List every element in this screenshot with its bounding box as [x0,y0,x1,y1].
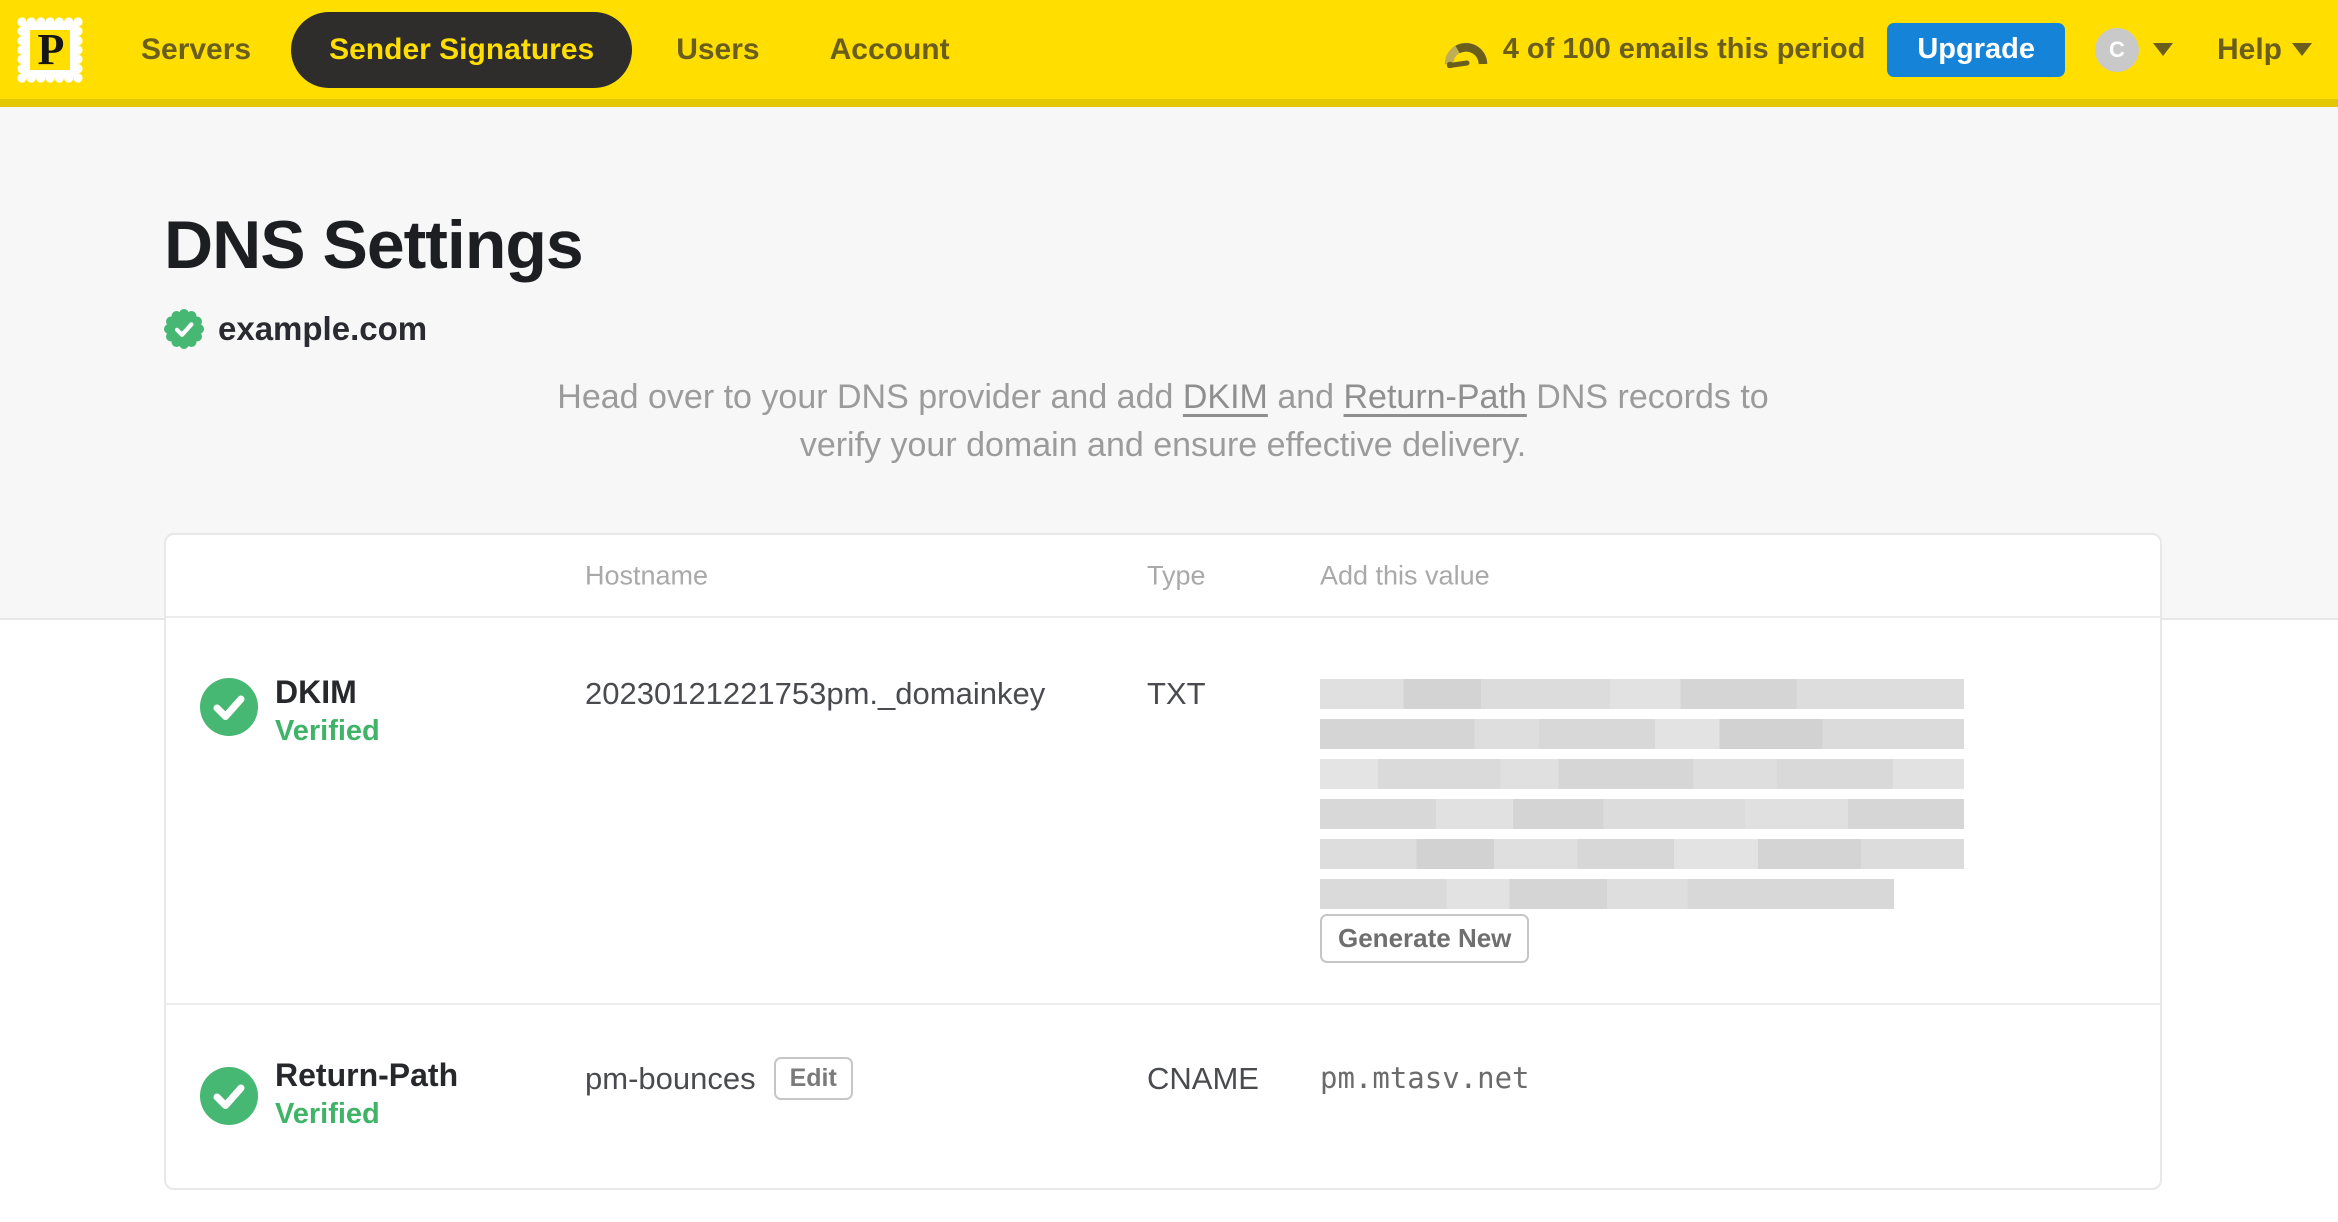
description-text: DNS records to [1526,378,1769,416]
column-header-add-this-value: Add this value [1320,560,1490,590]
redacted-dns-value [1320,679,1964,919]
help-menu[interactable]: Help [2217,33,2312,67]
usage-counter: 4 of 100 emails this period [1502,33,1866,65]
status-badge: Verified [275,715,380,747]
hostname-value: pm-bounces [585,1060,756,1096]
generate-new-button[interactable]: Generate New [1320,914,1530,963]
account-menu-caret-icon[interactable] [2152,43,2173,56]
redacted-bar [1320,759,1964,789]
verified-seal-icon [164,309,204,349]
edit-button[interactable]: Edit [773,1057,853,1100]
table-row-dkim: DKIM Verified 20230121221753pm._domainke… [166,618,2160,1003]
dns-settings-page: DNS Settings example.com Head over to yo… [0,107,2338,1190]
column-header-type: Type [1147,560,1206,590]
hostname-cell: pm-bounces Edit [585,1057,853,1100]
dns-value: pm.mtasv.net [1320,1061,1530,1095]
redacted-bar [1320,679,1964,709]
page-description: Head over to your DNS provider and add D… [164,373,2162,469]
verified-check-icon [200,1067,258,1125]
help-caret-icon [2292,43,2312,56]
record-label: Return-Path Verified [275,1057,458,1131]
column-header-hostname: Hostname [585,560,709,590]
avatar[interactable]: C [2094,27,2139,72]
usage-gauge-icon [1444,42,1487,68]
verified-check-icon [200,678,258,736]
domain-row: example.com [164,309,2338,349]
table-header: Hostname Type Add this value [166,535,2160,618]
record-label: DKIM Verified [275,674,380,748]
description-text-line2: verify your domain and ensure effective … [799,426,1527,464]
dkim-link[interactable]: DKIM [1183,378,1268,416]
nav-item-servers[interactable]: Servers [141,33,251,67]
status-badge: Verified [275,1098,380,1130]
table-row-return-path: Return-Path Verified pm-bounces Edit CNA… [166,1003,2160,1188]
top-nav: P Servers Sender Signatures Users Accoun… [0,0,2338,107]
description-text: and [1267,378,1344,416]
return-path-link[interactable]: Return-Path [1344,378,1527,416]
logo-letter: P [38,25,65,74]
record-type: CNAME [1147,1061,1259,1096]
redacted-bar [1320,719,1964,749]
postmark-logo[interactable]: P [15,15,85,85]
page-title: DNS Settings [164,207,584,283]
redacted-bar [1320,879,1894,909]
record-name: DKIM [275,674,357,710]
nav-right-group: 4 of 100 emails this period Upgrade C He… [1443,22,2312,77]
upgrade-button[interactable]: Upgrade [1887,22,2065,77]
record-name: Return-Path [275,1057,459,1093]
redacted-bar [1320,839,1964,869]
help-label: Help [2216,32,2282,66]
nav-item-account[interactable]: Account [830,33,950,67]
nav-item-sender-signatures[interactable]: Sender Signatures [291,11,633,88]
hostname-value: 20230121221753pm._domainkey [585,676,1046,711]
description-text: Head over to your DNS provider and add [557,378,1183,416]
dns-records-card: Hostname Type Add this value DKIM Verifi… [164,533,2162,1190]
record-type: TXT [1147,676,1206,711]
redacted-bar [1320,799,1964,829]
domain-name: example.com [218,310,428,347]
nav-item-users[interactable]: Users [676,33,759,67]
